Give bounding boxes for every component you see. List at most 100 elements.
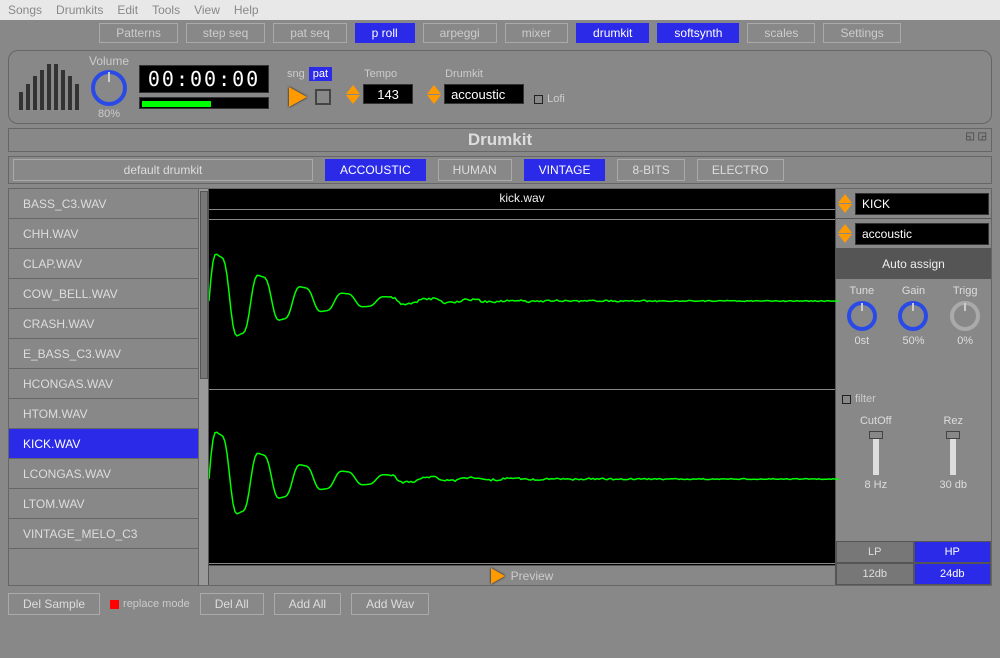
toggle-12db[interactable]: 12db: [836, 563, 914, 585]
tab-drumkit[interactable]: drumkit: [576, 23, 649, 43]
cat-human[interactable]: HUMAN: [438, 159, 512, 181]
slot-name[interactable]: KICK: [855, 193, 989, 215]
pat-mode[interactable]: pat: [309, 67, 332, 81]
transport-panel: Volume 80% 00:00:00 sng pat Tempo 143 Dr…: [8, 50, 992, 124]
slider-cutoff[interactable]: CutOff8 Hz: [860, 415, 892, 491]
filter-toggle[interactable]: filter: [836, 389, 991, 409]
sample-item[interactable]: LCONGAS.WAV: [9, 459, 208, 489]
song-progress[interactable]: [139, 97, 269, 109]
mode-toggle: sng pat: [283, 67, 332, 81]
toggle-hp[interactable]: HP: [914, 541, 992, 563]
tempo-spinner[interactable]: [346, 82, 360, 106]
preview-button[interactable]: Preview: [209, 565, 835, 585]
drumkit-group: Drumkit accoustic: [427, 68, 524, 106]
tempo-value[interactable]: 143: [363, 84, 413, 104]
sample-item[interactable]: KICK.WAV: [9, 429, 208, 459]
add-wav-button[interactable]: Add Wav: [351, 593, 429, 615]
current-drumkit-name[interactable]: default drumkit: [13, 159, 313, 181]
sample-item[interactable]: BASS_C3.WAV: [9, 189, 208, 219]
drumkit-spinner[interactable]: [427, 82, 441, 106]
checkbox-icon: [534, 95, 543, 104]
tempo-group: Tempo 143: [346, 68, 413, 106]
lofi-toggle[interactable]: Lofi: [534, 93, 565, 105]
tab-softsynth[interactable]: softsynth: [657, 23, 739, 43]
category-row: default drumkit ACCOUSTIC HUMAN VINTAGE 8-B…: [8, 156, 992, 184]
sample-item[interactable]: HCONGAS.WAV: [9, 369, 208, 399]
timecode: 00:00:00: [139, 65, 269, 93]
cat-vintage[interactable]: VINTAGE: [524, 159, 606, 181]
scrollbar[interactable]: [198, 189, 208, 585]
knob-gain[interactable]: Gain50%: [898, 285, 928, 347]
bank-name[interactable]: accoustic: [855, 223, 989, 245]
tab-Patterns[interactable]: Patterns: [99, 23, 178, 43]
replace-label: replace mode: [123, 598, 190, 610]
tab-arpeggi[interactable]: arpeggi: [423, 23, 497, 43]
knob-icon: [898, 301, 928, 331]
replace-mode-toggle[interactable]: replace mode: [110, 598, 190, 610]
menu-help[interactable]: Help: [234, 3, 259, 17]
volume-value: 80%: [98, 108, 120, 120]
toggle-lp[interactable]: LP: [836, 541, 914, 563]
sample-item[interactable]: HTOM.WAV: [9, 399, 208, 429]
sng-mode[interactable]: sng: [283, 67, 309, 81]
cat-electro[interactable]: ELECTRO: [697, 159, 784, 181]
main-area: BASS_C3.WAVCHH.WAVCLAP.WAVCOW_BELL.WAVCR…: [8, 188, 992, 586]
cat-8-bits[interactable]: 8-BITS: [617, 159, 684, 181]
knob-trigg[interactable]: Trigg0%: [950, 285, 980, 347]
play-icon[interactable]: [289, 87, 307, 107]
menu-view[interactable]: View: [194, 3, 220, 17]
tab-row: Patterns step seq pat seq p roll arpeggi mixe…: [0, 20, 1000, 46]
sample-list: BASS_C3.WAVCHH.WAVCLAP.WAVCOW_BELL.WAVCR…: [9, 189, 209, 585]
volume-label: Volume: [89, 54, 129, 68]
right-panel: KICK accoustic Auto assign Tune0st Gain50…: [835, 189, 991, 585]
waveform-bottom: [209, 399, 839, 559]
tab-mixer[interactable]: mixer: [505, 23, 568, 43]
del-all-button[interactable]: Del All: [200, 593, 264, 615]
vslider-track: [950, 431, 956, 475]
waveform-view[interactable]: kick.wav Preview: [209, 189, 835, 585]
bank-spinner[interactable]: [838, 224, 852, 244]
tab-scales[interactable]: scales: [747, 23, 815, 43]
tempo-label: Tempo: [364, 68, 413, 80]
play-icon: [491, 568, 505, 584]
menu-tools[interactable]: Tools: [152, 3, 180, 17]
sample-item[interactable]: VINTAGE_MELO_C3: [9, 519, 208, 549]
sample-item[interactable]: CHH.WAV: [9, 219, 208, 249]
stop-icon[interactable]: [315, 89, 331, 105]
cat-accoustic[interactable]: ACCOUSTIC: [325, 159, 426, 181]
filter-label: filter: [855, 393, 876, 405]
window-icons[interactable]: ◱ ◲: [965, 131, 987, 142]
menu-songs[interactable]: Songs: [8, 3, 42, 17]
del-sample-button[interactable]: Del Sample: [8, 593, 100, 615]
volume-control: Volume 80%: [89, 54, 129, 120]
tab-p-roll[interactable]: p roll: [355, 23, 415, 43]
sample-item[interactable]: E_BASS_C3.WAV: [9, 339, 208, 369]
volume-knob[interactable]: [91, 70, 127, 106]
vslider-track: [873, 431, 879, 475]
knob-icon: [950, 301, 980, 331]
slider-rez[interactable]: Rez30 db: [940, 415, 968, 491]
sample-item[interactable]: LTOM.WAV: [9, 489, 208, 519]
bottom-row: Del Sample replace mode Del All Add All …: [8, 590, 992, 618]
tab-Settings[interactable]: Settings: [823, 23, 900, 43]
knob-tune[interactable]: Tune0st: [847, 285, 877, 347]
tab-pat-seq[interactable]: pat seq: [273, 23, 346, 43]
sample-item[interactable]: CRASH.WAV: [9, 309, 208, 339]
panel-title: Drumkit: [468, 130, 532, 150]
menu-edit[interactable]: Edit: [117, 3, 138, 17]
sample-item[interactable]: CLAP.WAV: [9, 249, 208, 279]
sample-item[interactable]: COW_BELL.WAV: [9, 279, 208, 309]
auto-assign-button[interactable]: Auto assign: [836, 249, 991, 279]
menu-drumkits[interactable]: Drumkits: [56, 3, 103, 17]
menubar: Songs Drumkits Edit Tools View Help: [0, 0, 1000, 20]
time-box: 00:00:00: [139, 65, 269, 109]
tab-step-seq[interactable]: step seq: [186, 23, 265, 43]
panel-title-bar: Drumkit ◱ ◲: [8, 128, 992, 152]
knob-icon: [847, 301, 877, 331]
add-all-button[interactable]: Add All: [274, 593, 341, 615]
drumkit-value[interactable]: accoustic: [444, 84, 524, 104]
wave-filename: kick.wav: [209, 191, 835, 205]
level-meters: [19, 64, 79, 110]
toggle-24db[interactable]: 24db: [914, 563, 992, 585]
slot-spinner[interactable]: [838, 194, 852, 214]
